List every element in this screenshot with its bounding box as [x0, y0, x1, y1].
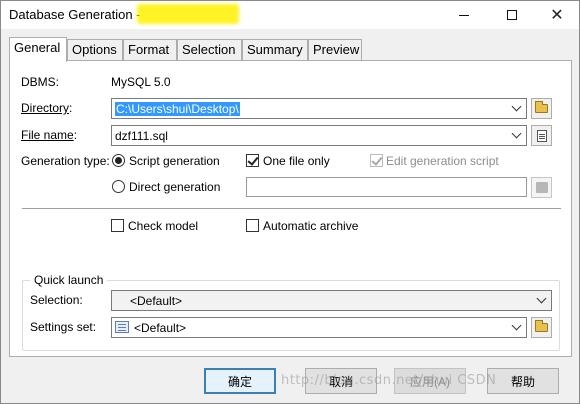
database-generation-window: Database Generation - ✕ General Options …: [0, 0, 580, 404]
check-model-label[interactable]: Check model: [128, 219, 198, 233]
filename-label: File name:: [21, 128, 77, 142]
tab-options[interactable]: Options: [67, 39, 123, 61]
directory-selected-text: C:\Users\shui\Desktop\: [115, 102, 240, 116]
title-bar[interactable]: Database Generation - ✕: [1, 1, 579, 29]
maximize-button[interactable]: [489, 1, 535, 29]
settings-set-dropdown-button[interactable]: [508, 319, 524, 336]
directory-value: C:\Users\shui\Desktop\: [115, 102, 240, 116]
script-generation-label[interactable]: Script generation: [129, 154, 220, 168]
tab-label: Summary: [247, 42, 303, 57]
cancel-button-label: 取消: [328, 374, 353, 389]
browse-directory-button[interactable]: [531, 98, 552, 119]
tab-label: Format: [128, 42, 170, 57]
filename-value: dzf111.sql: [115, 129, 168, 143]
selection-combo[interactable]: <Default>: [111, 290, 552, 311]
tab-general[interactable]: General: [9, 37, 67, 62]
selection-value: <Default>: [130, 294, 183, 308]
help-button-label: 帮助: [510, 374, 535, 389]
document-icon: [536, 129, 547, 142]
settings-set-combo[interactable]: <Default>: [111, 317, 527, 338]
generation-type-label: Generation type:: [21, 154, 110, 168]
chevron-down-icon: [511, 320, 521, 331]
cancel-button[interactable]: 取消: [305, 368, 377, 394]
tab-label: Selection: [182, 42, 236, 57]
selection-dropdown-button[interactable]: [533, 292, 549, 309]
section-divider: [22, 208, 561, 209]
dbms-value: MySQL 5.0: [111, 75, 171, 89]
tab-label: Options: [72, 42, 117, 57]
title-redaction-mark: [137, 4, 239, 24]
settings-set-value: <Default>: [134, 321, 187, 335]
directory-dropdown-button[interactable]: [508, 100, 524, 117]
directory-combo[interactable]: C:\Users\shui\Desktop\: [111, 98, 527, 119]
filename-label-text: File name: [21, 128, 74, 142]
chevron-down-icon: [511, 128, 521, 139]
edit-file-button[interactable]: [531, 125, 552, 146]
directory-label: Directory:: [21, 101, 72, 115]
ok-button-label: 确定: [227, 374, 252, 389]
check-model-checkbox[interactable]: [111, 219, 124, 232]
script-generation-radio[interactable]: [112, 154, 125, 167]
apply-button-label: 应用(A): [410, 374, 450, 389]
general-tab-panel: DBMS: MySQL 5.0 Directory: C:\Users\shui…: [9, 60, 572, 357]
tab-format[interactable]: Format: [123, 39, 177, 61]
ok-button[interactable]: 确定: [204, 368, 276, 394]
direct-generation-label[interactable]: Direct generation: [129, 180, 220, 194]
settings-set-icon: [115, 321, 129, 333]
filename-label-colon: :: [73, 128, 78, 142]
automatic-archive-checkbox[interactable]: [246, 219, 259, 232]
selection-label: Selection:: [30, 293, 83, 307]
direct-generation-field: [246, 177, 527, 197]
help-button[interactable]: 帮助: [487, 368, 559, 394]
chevron-down-icon: [511, 101, 521, 112]
automatic-archive-label[interactable]: Automatic archive: [263, 219, 358, 233]
one-file-only-checkbox[interactable]: [246, 154, 259, 167]
direct-generation-connection-button: [531, 177, 552, 198]
folder-icon: [535, 320, 548, 332]
tab-label: Preview: [313, 42, 360, 57]
close-button[interactable]: ✕: [534, 1, 580, 29]
direct-generation-radio[interactable]: [112, 180, 125, 193]
close-icon: ✕: [550, 7, 564, 24]
minimize-button[interactable]: [441, 1, 487, 29]
window-title: Database Generation -: [9, 7, 141, 22]
directory-label-colon: :: [69, 101, 73, 115]
apply-button: 应用(A): [394, 368, 466, 394]
folder-icon: [535, 101, 548, 113]
filename-combo[interactable]: dzf111.sql: [111, 125, 527, 146]
tab-summary[interactable]: Summary: [242, 39, 308, 61]
maximize-icon: [507, 10, 517, 20]
directory-label-text: Directory: [21, 101, 70, 115]
minimize-icon: [459, 14, 469, 16]
dbms-label: DBMS:: [21, 75, 60, 89]
tab-selection[interactable]: Selection: [177, 39, 242, 61]
settings-set-label: Settings set:: [30, 320, 97, 334]
filename-dropdown-button[interactable]: [508, 127, 524, 144]
edit-generation-script-label: Edit generation script: [386, 154, 499, 168]
tab-preview[interactable]: Preview: [308, 39, 362, 61]
chevron-down-icon: [536, 293, 546, 304]
database-icon: [535, 182, 548, 193]
open-settings-set-button[interactable]: [531, 317, 552, 338]
one-file-only-label[interactable]: One file only: [263, 154, 330, 168]
edit-generation-script-checkbox: [370, 154, 383, 167]
quick-launch-title: Quick launch: [30, 273, 108, 287]
tab-label: General: [14, 40, 61, 55]
